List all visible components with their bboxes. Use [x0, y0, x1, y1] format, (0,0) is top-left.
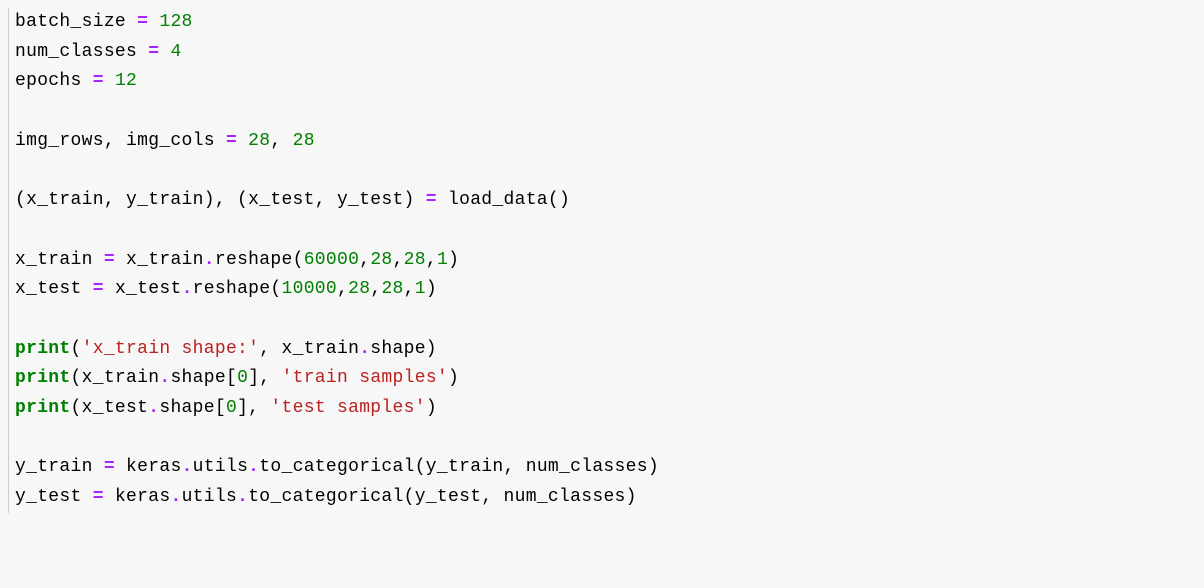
punct: ,: [270, 131, 292, 151]
operator: .: [148, 398, 159, 418]
operator: =: [126, 12, 159, 32]
number: 28: [293, 131, 315, 151]
number: 28: [248, 131, 270, 151]
operator: =: [137, 42, 170, 62]
punct: ): [448, 250, 459, 270]
punct: ,: [404, 279, 415, 299]
identifier: img_rows, img_cols: [15, 131, 215, 151]
identifier: to_categorical(y_train, num_classes): [259, 457, 659, 477]
punct: ): [426, 279, 437, 299]
code-block: batch_size = 128 num_classes = 4 epochs …: [8, 8, 1204, 513]
identifier: utils: [182, 487, 238, 507]
operator: .: [248, 457, 259, 477]
number: 0: [237, 368, 248, 388]
identifier: num_classes: [15, 42, 137, 62]
operator: =: [82, 487, 115, 507]
operator: .: [237, 487, 248, 507]
identifier: reshape(: [215, 250, 304, 270]
number: 28: [370, 250, 392, 270]
code-line: (x_train, y_train), (x_test, y_test) = l…: [15, 190, 570, 210]
code-line: print(x_test.shape[0], 'test samples'): [15, 398, 437, 418]
string: 'test samples': [270, 398, 425, 418]
identifier: x_test: [115, 279, 182, 299]
code-line: img_rows, img_cols = 28, 28: [15, 131, 315, 151]
identifier: shape[: [170, 368, 237, 388]
number: 60000: [304, 250, 360, 270]
identifier: batch_size: [15, 12, 126, 32]
identifier: x_test: [15, 279, 82, 299]
identifier: , x_train: [259, 339, 359, 359]
punct: ): [448, 368, 459, 388]
number: 12: [115, 71, 137, 91]
identifier: y_train: [15, 457, 93, 477]
punct: ],: [237, 398, 270, 418]
code-line: print('x_train shape:', x_train.shape): [15, 339, 437, 359]
identifier: keras: [115, 487, 171, 507]
builtin: print: [15, 398, 71, 418]
number: 28: [404, 250, 426, 270]
identifier: reshape(: [193, 279, 282, 299]
identifier: shape): [370, 339, 437, 359]
string: 'x_train shape:': [82, 339, 260, 359]
code-line: x_train = x_train.reshape(60000,28,28,1): [15, 250, 459, 270]
code-line: num_classes = 4: [15, 42, 182, 62]
operator: .: [182, 457, 193, 477]
number: 4: [170, 42, 181, 62]
punct: ,: [426, 250, 437, 270]
code-line: y_train = keras.utils.to_categorical(y_t…: [15, 457, 659, 477]
identifier: x_train: [15, 250, 93, 270]
identifier: (x_test: [71, 398, 149, 418]
number: 1: [437, 250, 448, 270]
builtin: print: [15, 339, 71, 359]
number: 28: [348, 279, 370, 299]
operator: .: [170, 487, 181, 507]
code-line: epochs = 12: [15, 71, 137, 91]
operator: =: [82, 71, 115, 91]
punct: ,: [337, 279, 348, 299]
number: 128: [159, 12, 192, 32]
identifier: keras: [126, 457, 182, 477]
identifier: (x_train: [71, 368, 160, 388]
operator: =: [93, 250, 126, 270]
punct: ],: [248, 368, 281, 388]
operator: .: [182, 279, 193, 299]
identifier: utils: [193, 457, 249, 477]
code-line: print(x_train.shape[0], 'train samples'): [15, 368, 459, 388]
string: 'train samples': [282, 368, 449, 388]
punct: ): [426, 398, 437, 418]
identifier: epochs: [15, 71, 82, 91]
punct: (: [71, 339, 82, 359]
identifier: shape[: [159, 398, 226, 418]
identifier: to_categorical(y_test, num_classes): [248, 487, 637, 507]
code-line: y_test = keras.utils.to_categorical(y_te…: [15, 487, 637, 507]
punct: ,: [393, 250, 404, 270]
identifier: x_train: [126, 250, 204, 270]
number: 0: [226, 398, 237, 418]
operator: .: [159, 368, 170, 388]
identifier: y_test: [15, 487, 82, 507]
operator: =: [82, 279, 115, 299]
operator: =: [93, 457, 126, 477]
identifier: (x_train, y_train), (x_test, y_test): [15, 190, 415, 210]
identifier: load_data(): [448, 190, 570, 210]
operator: =: [215, 131, 248, 151]
number: 1: [415, 279, 426, 299]
code-line: x_test = x_test.reshape(10000,28,28,1): [15, 279, 437, 299]
number: 10000: [282, 279, 338, 299]
punct: ,: [359, 250, 370, 270]
builtin: print: [15, 368, 71, 388]
number: 28: [381, 279, 403, 299]
operator: =: [415, 190, 448, 210]
punct: ,: [370, 279, 381, 299]
operator: .: [204, 250, 215, 270]
operator: .: [359, 339, 370, 359]
code-line: batch_size = 128: [15, 12, 193, 32]
